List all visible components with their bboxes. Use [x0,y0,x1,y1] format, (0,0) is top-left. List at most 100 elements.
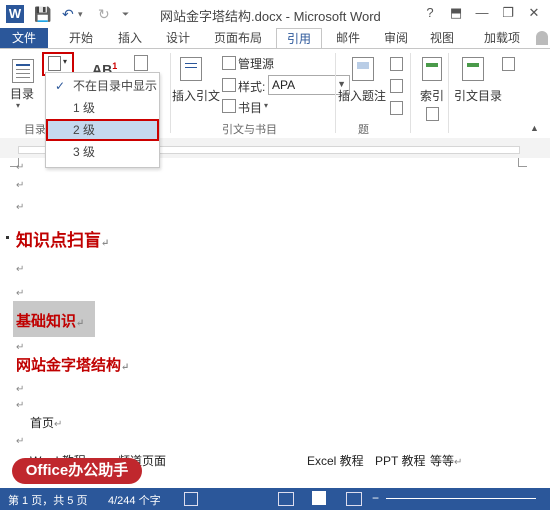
insert-citation-icon[interactable] [180,57,202,81]
tab-references[interactable]: 引用 [276,28,322,50]
paragraph-mark: ↵ [16,180,25,191]
close-button[interactable]: ✕ [524,4,544,22]
style-label: 样式: [238,80,266,94]
toc-button-label[interactable]: 目录 [10,85,34,102]
word-count-status[interactable]: 4/244 个字 [108,492,161,508]
paragraph-mark: ↵ [121,362,130,373]
undo-dropdown-icon[interactable]: ▾ [78,5,83,23]
ppt-tutorial-text[interactable]: PPT 教程 [375,452,425,469]
window-title: 网站金字塔结构.docx - Microsoft Word [160,9,381,24]
heading-2-basic[interactable]: 基础知识↵ [16,310,84,331]
zoom-slider[interactable] [386,498,536,499]
tab-home[interactable]: 开始 [58,28,104,48]
insert-caption-label[interactable]: 插入题注 [338,87,386,104]
toc-dropdown-arrow[interactable]: ▾ [16,101,20,110]
tab-view[interactable]: 视图 [420,28,464,48]
help-button[interactable]: ? [420,4,440,22]
restore-button[interactable]: ❐ [498,4,518,22]
group-label-captions: 题 [358,124,369,136]
menu-item-level-1[interactable]: 1 级 [46,97,159,119]
menu-item-label: 1 级 [73,101,96,115]
ribbon-display-button[interactable]: ⬒ [446,4,466,22]
add-text-dropdown-menu: ✓ 不在目录中显示 1 级 2 级 3 级 [45,72,160,168]
bibliography-label[interactable]: 书目 [238,99,262,116]
paragraph-mark: ↵ [16,202,25,213]
office-assistant-watermark: Office办公助手 [12,458,142,484]
footnote-options-icon[interactable] [134,55,148,71]
heading-2-site-content: 网站金字塔结构 [16,358,122,374]
menu-item-level-3[interactable]: 3 级 [46,141,159,163]
zoom-out-button[interactable]: − [372,491,379,505]
mark-citation-label[interactable]: 引文目录 [454,87,502,104]
heading-2-basic-content: 基础知识 [16,314,77,330]
minimize-button[interactable]: — [472,4,492,22]
tab-mailings[interactable]: 邮件 [326,28,370,48]
tab-design[interactable]: 设计 [156,28,200,48]
tab-addins[interactable]: 加载项 [474,28,530,48]
menu-item-do-not-show[interactable]: ✓ 不在目录中显示 [46,75,159,97]
group-separator [448,53,449,133]
homepage-content: 首页 [30,416,55,430]
web-layout-icon[interactable] [346,492,362,506]
tab-review[interactable]: 审阅 [374,28,418,48]
group-label-toc: 目录 [24,124,46,136]
collapse-ribbon-icon[interactable]: ▲ [530,123,539,133]
page-count-status[interactable]: 第 1 页，共 5 页 [8,492,87,508]
insert-citation-label[interactable]: 插入引文 [172,87,220,104]
toa-tool-icon[interactable] [502,57,515,71]
mark-entry-icon[interactable] [422,57,442,81]
caption-tool-icon-1[interactable] [390,57,403,71]
read-mode-icon[interactable] [278,492,294,506]
redo-icon[interactable]: ↻ [98,5,110,23]
heading-1-text[interactable]: 知识点扫盲↵ [16,226,109,251]
menu-item-label: 不在目录中显示 [73,79,158,93]
paragraph-mark: ↵ [101,238,110,249]
heading-1-content: 知识点扫盲 [16,231,101,250]
tab-file[interactable]: 文件 [0,28,48,48]
word-app-icon[interactable]: W [6,5,24,23]
caption-tool-icon-2[interactable] [390,79,403,93]
homepage-text[interactable]: 首页↵ [30,414,62,431]
menu-item-level-2[interactable]: 2 级 [46,119,159,141]
tab-insert[interactable]: 插入 [108,28,152,48]
mark-entry-label[interactable]: 索引 [420,87,444,104]
manage-sources-icon[interactable] [222,56,236,70]
print-layout-icon[interactable] [312,491,326,505]
etc-text[interactable]: 等等↵ [430,452,462,469]
paragraph-mark: ↵ [454,457,463,468]
paragraph-mark: ↵ [16,342,25,353]
mark-citation-icon[interactable] [462,57,484,81]
paragraph-mark: ↵ [16,162,25,173]
bibliography-dropdown-icon[interactable]: ▾ [264,101,268,110]
heading-2-site-structure[interactable]: 网站金字塔结构↵ [16,354,129,375]
paragraph-mark: ↵ [76,318,85,329]
table-of-contents-icon[interactable] [12,59,34,83]
undo-icon[interactable]: ↶ [62,5,74,23]
excel-tutorial-text[interactable]: Excel 教程 [307,452,364,469]
menu-item-label: 3 级 [73,145,96,159]
etc-content: 等等 [430,454,455,468]
add-text-icon [48,56,61,71]
group-label-citations: 引文与书目 [222,124,277,136]
page-corner-right [518,158,527,167]
document-body[interactable]: ↵ ↵ ↵ 知识点扫盲↵ ↵ ↵ 基础知识↵ ↵ 网站金字塔结构↵ ↵ ↵ 首页… [0,158,550,488]
check-icon: ✓ [55,79,66,93]
insert-caption-icon[interactable] [352,57,374,81]
paragraph-mark: ↵ [16,436,25,447]
style-select-value: APA [272,78,296,92]
add-text-dropdown-icon: ▾ [63,57,68,66]
save-icon[interactable]: 💾 [34,5,51,23]
account-icon[interactable] [536,31,548,45]
caption-tool-icon-3[interactable] [390,101,403,115]
list-bullet [6,236,9,239]
manage-sources-label[interactable]: 管理源 [238,55,274,72]
paragraph-mark: ↵ [16,400,25,411]
bibliography-icon[interactable] [222,99,236,113]
menu-item-label: 2 级 [73,123,96,137]
tab-page-layout[interactable]: 页面布局 [206,28,270,48]
customize-qat-icon[interactable]: ⏷ [122,5,129,23]
paragraph-mark: ↵ [16,384,25,395]
proofing-icon[interactable] [184,492,198,506]
index-tool-icon[interactable] [426,107,439,121]
paragraph-mark: ↵ [16,288,25,299]
